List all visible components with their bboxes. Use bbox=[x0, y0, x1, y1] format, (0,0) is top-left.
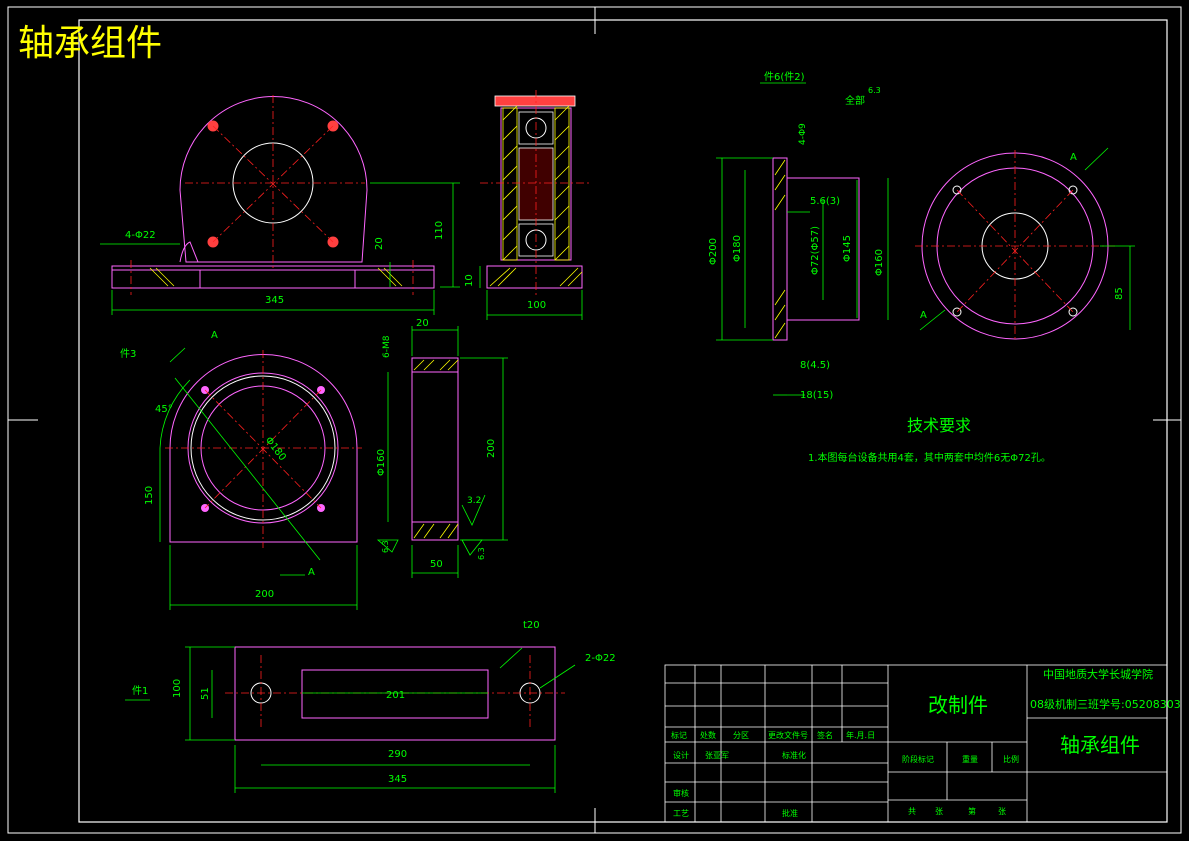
section-mark-a: A bbox=[211, 330, 218, 341]
dim-section-100: 100 bbox=[527, 300, 546, 311]
part1-label: 件1 bbox=[132, 685, 148, 697]
label-stage: 阶段标记 bbox=[902, 754, 934, 764]
tech-heading: 技术要求 bbox=[907, 416, 971, 435]
label-count: 处数 bbox=[700, 730, 716, 740]
dim-height-110: 110 bbox=[434, 221, 445, 240]
dim-85: 85 bbox=[1114, 287, 1125, 300]
center-marks bbox=[8, 7, 1181, 833]
dim-holes-6m8: 6-M8 bbox=[382, 335, 392, 358]
label-sign: 签名 bbox=[817, 730, 833, 740]
designer-name: 张亚军 bbox=[705, 751, 729, 760]
dim-8: 8(4.5) bbox=[800, 360, 830, 371]
dim-t20: t20 bbox=[523, 620, 540, 631]
mark-a: A bbox=[1070, 152, 1077, 163]
label-sheets: 张 bbox=[935, 807, 943, 816]
label-date: 年.月.日 bbox=[846, 730, 875, 740]
label-process: 工艺 bbox=[673, 809, 689, 818]
section-mark-a-bottom: A bbox=[308, 567, 315, 578]
dim-phi180: Φ180 bbox=[263, 435, 288, 463]
label-mark: 标记 bbox=[671, 730, 687, 740]
outer-frame bbox=[7, 6, 1182, 834]
dim-phi72: Φ72(Φ57) bbox=[810, 226, 821, 275]
label-check: 审核 bbox=[673, 788, 689, 798]
dim-290: 290 bbox=[388, 749, 407, 760]
label-page: 第 bbox=[968, 806, 976, 816]
bearing-housing-section-view: 100 10 bbox=[464, 90, 590, 320]
part3-side-view: 20 6-M8 Φ160 200 50 3.2 6.3 6.3 bbox=[376, 318, 508, 578]
dim-holes-4phi9: 4-Φ9 bbox=[798, 123, 808, 145]
part6-front-view: A A 85 bbox=[915, 147, 1135, 342]
dim-height-200: 200 bbox=[486, 439, 497, 458]
dim-holes-4phi22: 4-Φ22 bbox=[125, 230, 156, 241]
roughness-right: 6.3 bbox=[477, 547, 486, 560]
dim-18: 18(15) bbox=[800, 390, 833, 401]
dim-width-50: 50 bbox=[430, 559, 443, 570]
stamp-text: 改制件 bbox=[928, 693, 988, 717]
class-id: 08级机制三班学号:05208303 bbox=[1030, 697, 1181, 711]
drawing-sheet: 轴承组件 4-Φ22 345 110 20 100 10 件3 A A 45° … bbox=[7, 6, 1182, 834]
dim-201: 201 bbox=[386, 690, 405, 701]
dim-100: 100 bbox=[172, 679, 183, 698]
part3-label: 件3 bbox=[120, 348, 136, 360]
label-sheet-no: 张 bbox=[998, 807, 1006, 816]
dim-base-20: 20 bbox=[374, 237, 385, 250]
label-approve: 批准 bbox=[782, 808, 798, 818]
dim-width-200: 200 bbox=[255, 589, 274, 600]
dim-phi145: Φ145 bbox=[842, 235, 853, 262]
title-block: 中国地质大学长城学院 08级机制三班学号:05208303 改制件 轴承组件 标… bbox=[664, 664, 1181, 823]
label-standard: 标准化 bbox=[782, 750, 806, 760]
label-change-doc: 更改文件号 bbox=[768, 730, 808, 740]
part6-label: 件6(件2) bbox=[764, 71, 805, 83]
label-scale: 比例 bbox=[1003, 754, 1019, 764]
dim-51: 51 bbox=[200, 687, 211, 700]
dim-phi160: Φ160 bbox=[376, 449, 387, 476]
dim-345: 345 bbox=[388, 774, 407, 785]
part3-front-view: 件3 A A 45° Φ180 150 200 bbox=[120, 330, 362, 610]
roughness-32: 3.2 bbox=[467, 496, 481, 506]
dim-base-10: 10 bbox=[464, 274, 475, 287]
label-design: 设计 bbox=[673, 750, 689, 760]
inner-frame bbox=[78, 19, 1168, 823]
dim-56: 5.6(3) bbox=[810, 196, 840, 207]
label-weight: 重量 bbox=[962, 754, 978, 764]
part6-section-view: 件6(件2) 全部 6.3 4-Φ9 5.6(3) Φ200 Φ180 Φ72(… bbox=[708, 71, 889, 401]
dim-phi160-b: Φ160 bbox=[874, 249, 885, 276]
bearing-housing-front-view: 4-Φ22 345 110 20 bbox=[100, 95, 460, 315]
school-name: 中国地质大学长城学院 bbox=[1043, 667, 1153, 681]
mark-a2: A bbox=[920, 310, 927, 321]
angle-45: 45° bbox=[155, 404, 173, 415]
dim-holes-2phi22: 2-Φ22 bbox=[585, 653, 616, 664]
label-zone: 分区 bbox=[733, 731, 749, 740]
tech-note: 1.本图每台设备共用4套，其中两套中均件6无Φ72孔。 bbox=[808, 451, 1051, 464]
dim-phi180-b: Φ180 bbox=[732, 235, 743, 262]
roughness-left: 6.3 bbox=[381, 540, 390, 553]
dim-height-150: 150 bbox=[144, 486, 155, 505]
label-total: 共 bbox=[908, 807, 916, 816]
dim-width-345: 345 bbox=[265, 295, 284, 306]
all-label: 全部 bbox=[845, 94, 865, 107]
block-drawing-title: 轴承组件 bbox=[1060, 733, 1140, 757]
drawing-title: 轴承组件 bbox=[18, 23, 162, 64]
dim-phi200: Φ200 bbox=[708, 238, 719, 265]
dim-top-20: 20 bbox=[416, 318, 429, 329]
roughness-63: 6.3 bbox=[868, 86, 881, 95]
part1-view: 件1 100 51 201 290 345 2-Φ22 t20 bbox=[125, 620, 616, 793]
